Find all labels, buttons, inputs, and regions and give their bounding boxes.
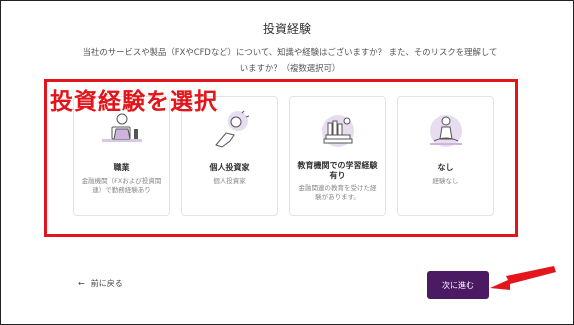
question-text: 当社のサービスや製品（FXやCFDなど）について、知識や経験はございますか？ ま… [82, 47, 498, 73]
annotation-arrow-icon [490, 266, 556, 290]
annotation-label: 投資経験を選択 [50, 89, 218, 115]
back-button-label: 前に戻る [90, 279, 123, 288]
back-button[interactable]: ← 前に戻る [78, 278, 123, 289]
next-button[interactable]: 次に進む [427, 271, 489, 299]
page-title: 投資経験 [262, 22, 311, 36]
arrow-left-icon: ← [78, 279, 85, 288]
